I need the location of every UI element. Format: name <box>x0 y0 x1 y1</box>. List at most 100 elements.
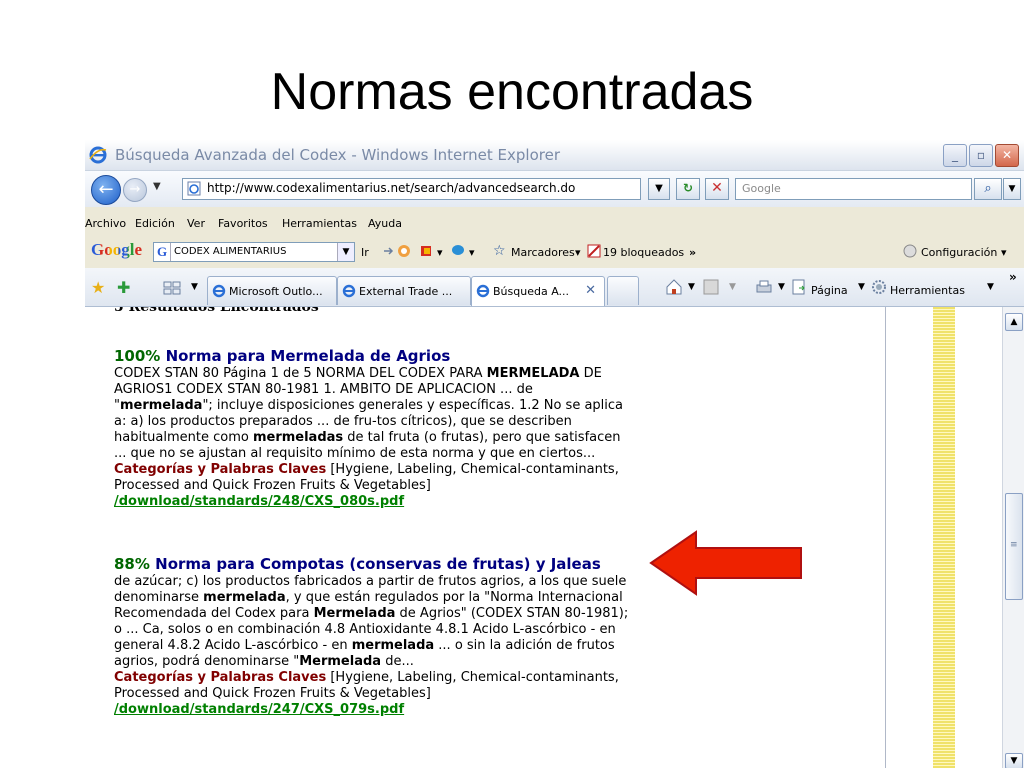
tab-busqueda[interactable]: Búsqueda A... ✕ <box>471 276 605 306</box>
scroll-down-arrow-icon[interactable]: ▼ <box>1005 753 1023 768</box>
menu-edicion[interactable]: Edición <box>135 217 175 230</box>
pagerank-icon[interactable] <box>397 244 411 258</box>
address-url: http://www.codexalimentarius.net/search/… <box>207 181 576 195</box>
forward-button[interactable]: → <box>123 178 147 202</box>
minimize-button[interactable]: _ <box>943 144 967 167</box>
scrollbar-thumb[interactable]: ≡ <box>1005 493 1023 600</box>
maximize-button[interactable]: ▫ <box>969 144 993 167</box>
page-icon <box>792 279 805 295</box>
add-favorite-icon[interactable]: ✚ <box>117 278 130 297</box>
google-go-button[interactable]: Ir <box>361 246 369 259</box>
dropdown-icon[interactable]: ▼ <box>688 282 695 292</box>
refresh-button[interactable]: ↻ <box>676 178 700 200</box>
tab-label: Microsoft Outlo... <box>229 285 323 298</box>
new-tab-button[interactable] <box>607 276 639 305</box>
dropdown-icon[interactable]: ▾ <box>469 246 475 259</box>
snippet-keyword: mermeladas <box>252 430 344 445</box>
back-button[interactable]: ← <box>91 175 121 205</box>
address-input[interactable]: http://www.codexalimentarius.net/search/… <box>182 178 641 200</box>
google-toolbar: Google G CODEX ALIMENTARIUS ▼ Ir ▾ ▾ ☆ M… <box>85 236 1024 266</box>
star-icon: ☆ <box>493 243 506 259</box>
menu-archivo[interactable]: Archivo <box>85 217 126 230</box>
tab-close-icon[interactable]: ✕ <box>585 283 596 298</box>
red-arrow-annotation <box>649 530 802 596</box>
stop-button[interactable]: ✕ <box>705 178 729 200</box>
snippet-keyword: mermelada <box>203 590 286 605</box>
favorites-star-icon[interactable]: ★ <box>91 278 105 297</box>
grip-icon: ≡ <box>1010 540 1018 550</box>
toolbar-overflow-button[interactable]: » <box>689 246 696 259</box>
menu-favoritos[interactable]: Favoritos <box>218 217 268 230</box>
results-count-heading: 5 Resultados Encontrados <box>114 307 319 315</box>
google-search-dropdown[interactable]: ▼ <box>337 243 354 261</box>
chat-icon[interactable] <box>451 244 465 258</box>
snippet-text: CODEX STAN 80 Página 1 de 5 NORMA DEL CO… <box>114 366 487 381</box>
tab-outlook[interactable]: Microsoft Outlo... <box>207 276 337 305</box>
categories-label: Categorías y Palabras Claves <box>114 670 327 685</box>
result-categories: Categorías y Palabras Claves [Hygiene, L… <box>114 462 634 494</box>
result-percent: 88% <box>114 555 150 573</box>
gear-icon <box>872 280 886 294</box>
tabs-bar: ★ ✚ ▼ Microsoft Outlo... External Trade … <box>85 268 1024 307</box>
internet-explorer-icon <box>212 284 226 298</box>
popup-blocker-icon <box>587 244 601 258</box>
snippet-keyword: Mermelada <box>313 606 396 621</box>
home-icon[interactable] <box>665 278 683 296</box>
bookmarks-icon[interactable] <box>419 244 433 258</box>
go-arrow-icon <box>384 247 394 255</box>
dropdown-icon[interactable]: ▼ <box>729 282 736 292</box>
scroll-up-arrow-icon[interactable]: ▲ <box>1005 313 1023 331</box>
dropdown-icon[interactable]: ▾ <box>1001 246 1007 259</box>
page-menu-button[interactable]: Página <box>811 284 848 297</box>
google-g-icon: G <box>154 243 171 261</box>
dropdown-icon[interactable]: ▼ <box>987 282 994 292</box>
menu-ver[interactable]: Ver <box>187 217 205 230</box>
snippet-keyword: Mermelada <box>299 654 382 669</box>
google-logo: Google <box>91 240 142 259</box>
dropdown-icon[interactable]: ▾ <box>575 246 581 259</box>
result-title[interactable]: 88% Norma para Compotas (conservas de fr… <box>114 555 634 574</box>
close-button[interactable]: ✕ <box>995 144 1019 167</box>
google-search-text: CODEX ALIMENTARIUS <box>174 246 287 257</box>
search-options-dropdown[interactable]: ▼ <box>1003 178 1021 200</box>
quick-tabs-icon[interactable] <box>163 281 181 295</box>
menu-ayuda[interactable]: Ayuda <box>368 217 402 230</box>
settings-button[interactable]: Configuración <box>921 246 997 259</box>
address-dropdown-button[interactable]: ▼ <box>648 178 670 200</box>
bookmarks-button[interactable]: Marcadores <box>511 246 575 259</box>
result-download-link[interactable]: /download/standards/247/CXS_079s.pdf <box>114 702 634 718</box>
tab-label: External Trade ... <box>359 285 453 298</box>
search-icon[interactable]: ⌕ <box>974 178 1002 200</box>
search-input[interactable]: Google <box>735 178 972 200</box>
settings-icon <box>903 244 917 258</box>
snippet-keyword: mermelada <box>119 398 203 413</box>
page-content: 5 Resultados Encontrados 100% Norma para… <box>85 307 1024 768</box>
history-dropdown-icon[interactable]: ▼ <box>153 181 161 192</box>
google-search-input[interactable]: G CODEX ALIMENTARIUS ▼ <box>153 242 355 262</box>
dropdown-icon[interactable]: ▼ <box>778 282 785 292</box>
result-title-text: Norma para Mermelada de Agrios <box>165 347 451 365</box>
tab-external-trade[interactable]: External Trade ... <box>337 276 471 305</box>
menu-herramientas[interactable]: Herramientas <box>282 217 357 230</box>
result-title[interactable]: 100% Norma para Mermelada de Agrios <box>114 347 634 366</box>
vertical-scrollbar[interactable]: ▲ ≡ ▼ <box>1002 307 1024 768</box>
title-bar: Búsqueda Avanzada del Codex - Windows In… <box>85 140 1024 171</box>
search-placeholder: Google <box>742 182 781 195</box>
dropdown-icon[interactable]: ▼ <box>858 282 865 292</box>
feeds-icon[interactable] <box>703 279 719 295</box>
snippet-keyword: MERMELADA <box>486 366 580 381</box>
command-bar-overflow-button[interactable]: » <box>1009 270 1017 284</box>
popup-blocked-count[interactable]: 19 bloqueados <box>603 246 684 259</box>
tab-label: Búsqueda A... <box>493 285 570 298</box>
categories-label: Categorías y Palabras Claves <box>114 462 327 477</box>
internet-explorer-icon <box>89 146 107 164</box>
tab-list-dropdown[interactable]: ▼ <box>191 282 198 292</box>
browser-window: Búsqueda Avanzada del Codex - Windows In… <box>85 140 1024 768</box>
address-toolbar: ← → ▼ http://www.codexalimentarius.net/s… <box>85 171 1024 207</box>
dropdown-icon[interactable]: ▾ <box>437 246 443 259</box>
print-icon[interactable] <box>755 279 773 295</box>
result-download-link[interactable]: /download/standards/248/CXS_080s.pdf <box>114 494 634 510</box>
result-item: 88% Norma para Compotas (conservas de fr… <box>114 555 634 718</box>
tools-menu-button[interactable]: Herramientas <box>890 284 965 297</box>
snippet-keyword: mermelada <box>351 638 435 653</box>
